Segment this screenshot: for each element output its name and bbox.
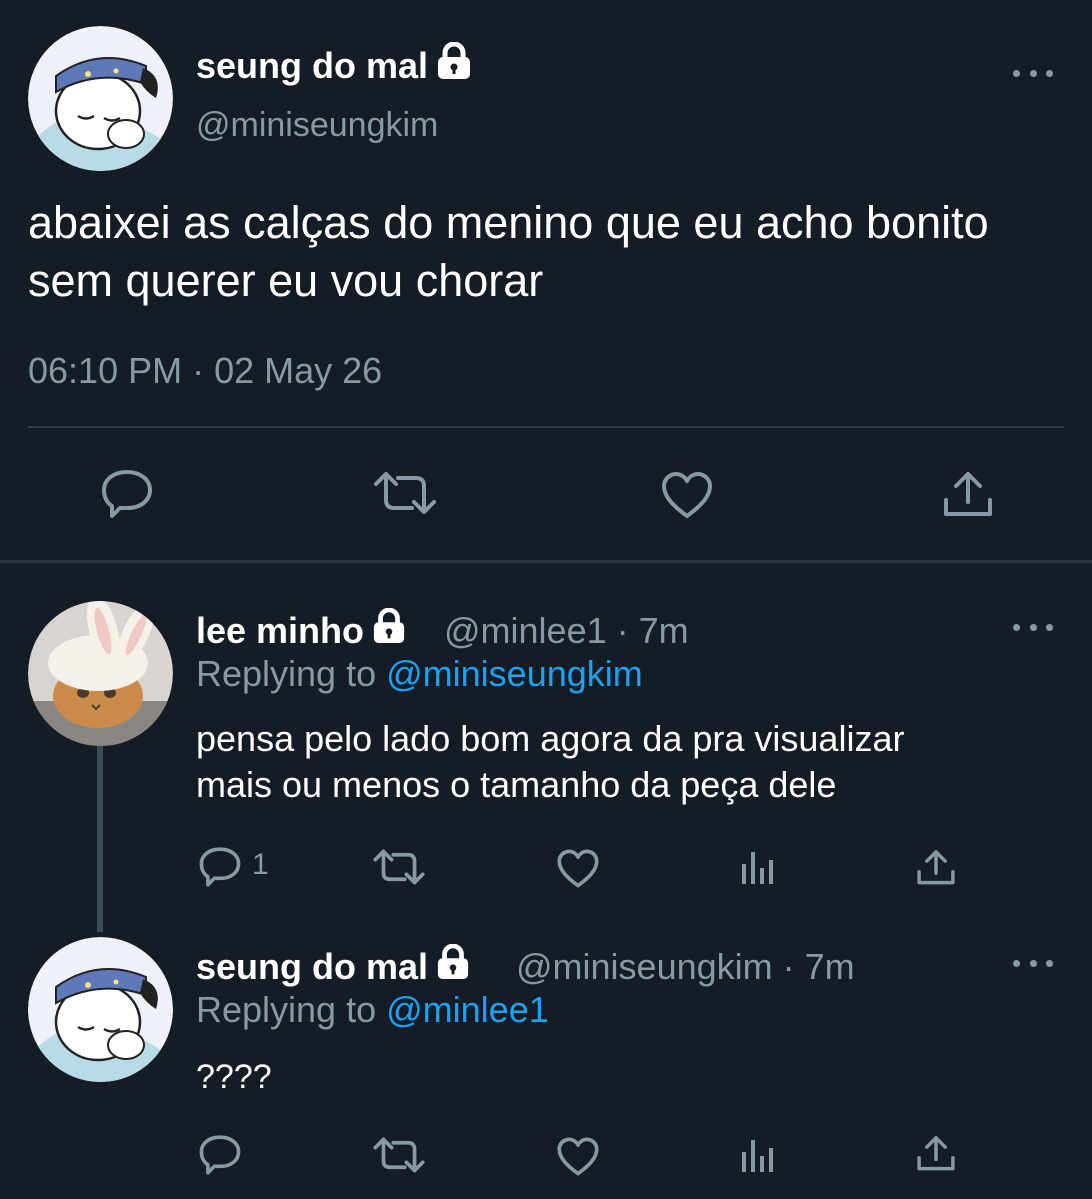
sleeping-dog-avatar-image [28,937,173,1082]
like-icon[interactable] [556,1136,600,1177]
more-options-icon[interactable] [1013,66,1053,80]
reply-tweet-text: ???? [196,1058,272,1096]
main-display-name-text: seung do mal [196,44,429,86]
more-options-icon[interactable] [1013,956,1053,970]
replying-to-line: Replying to @minlee1 [196,989,549,1031]
retweet-icon[interactable] [372,1136,426,1174]
cat-bunny-hat-avatar-image [28,601,173,746]
main-tweet-text: abaixei as calças do menino que eu acho … [28,197,989,306]
replying-to-mention[interactable]: @miniseungkim [386,653,643,694]
reply-display-name-text: lee minho [196,609,365,651]
reply-icon[interactable] [198,1134,242,1176]
share-icon[interactable] [916,1134,956,1174]
analytics-icon[interactable] [740,1138,776,1174]
reply-display-name[interactable]: lee minho [196,607,406,653]
thread-connector [97,746,103,932]
lock-icon [436,41,472,89]
reply-text-line: mais ou menos o tamanho da peça dele [196,764,837,805]
replying-to-label: Replying to [196,653,377,694]
like-icon[interactable] [556,848,600,889]
action-divider [28,426,1064,428]
reply-icon[interactable] [100,468,154,520]
retweet-icon[interactable] [372,470,438,516]
lock-icon [372,607,406,653]
share-icon[interactable] [916,848,956,888]
replying-to-line: Replying to @miniseungkim [196,653,643,695]
replying-to-label: Replying to [196,989,377,1030]
analytics-icon[interactable] [740,850,776,886]
reply-tweet-text: pensa pelo lado bom agora da pra visuali… [196,716,1056,808]
reply-count: 1 [252,848,269,881]
main-display-name[interactable]: seung do mal [196,41,472,89]
section-divider [0,560,1092,563]
reply-handle-and-age[interactable]: @minlee1 · 7m [444,610,689,652]
like-icon[interactable] [660,470,714,520]
replying-to-mention[interactable]: @minlee1 [386,989,549,1030]
reply-avatar-lee-minho[interactable] [28,601,173,746]
reply-display-name[interactable]: seung do mal [196,943,470,989]
sleeping-dog-avatar-image [28,26,173,171]
lock-icon [436,943,470,989]
reply-icon[interactable] [198,846,242,888]
main-tweet-timestamp[interactable]: 06:10 PM · 02 May 26 [28,350,382,392]
retweet-icon[interactable] [372,848,426,886]
share-icon[interactable] [942,470,994,520]
reply-handle-and-age[interactable]: @miniseungkim · 7m [516,946,855,988]
main-tweet-avatar[interactable] [28,26,173,171]
reply-text-line: pensa pelo lado bom agora da pra visuali… [196,718,905,759]
more-options-icon[interactable] [1013,620,1053,634]
reply-display-name-text: seung do mal [196,945,429,987]
main-handle[interactable]: @miniseungkim [196,106,438,145]
reply-avatar-seung-do-mal[interactable] [28,937,173,1082]
